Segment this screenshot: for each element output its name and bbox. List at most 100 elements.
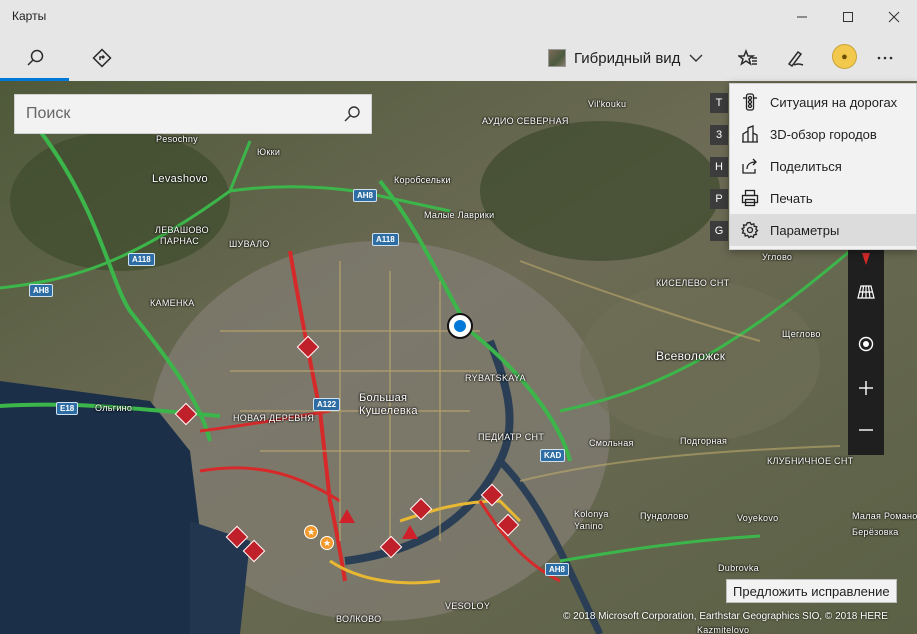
menu-item-3d-cities[interactable]: 3D-обзор городов xyxy=(730,118,916,150)
more-button[interactable] xyxy=(870,34,900,81)
minimize-button[interactable] xyxy=(779,0,825,34)
my-location-icon xyxy=(858,336,874,352)
avatar[interactable]: ● xyxy=(832,44,857,69)
compass-icon xyxy=(862,253,870,265)
place-label: Берёзовка xyxy=(852,527,899,537)
place-label: Voyekovo xyxy=(737,513,779,523)
hybrid-view-thumbnail xyxy=(548,49,566,67)
my-location-button[interactable] xyxy=(848,324,884,364)
place-label: Большая Кушелевка xyxy=(359,392,418,417)
gear-icon xyxy=(741,221,759,239)
directions-icon xyxy=(92,47,112,68)
menu-item-settings[interactable]: Параметры xyxy=(730,214,916,246)
place-label: ПАРНАС xyxy=(160,236,200,246)
landmark-star-icon[interactable]: ★ xyxy=(320,536,334,550)
place-label: КИСЕЛЕВО СНТ xyxy=(656,278,730,288)
place-label: Dubrovka xyxy=(718,563,759,573)
share-icon xyxy=(742,158,757,174)
road-shield: A118 xyxy=(128,253,155,266)
place-label: КЛУБНИЧНОЕ СНТ xyxy=(767,456,854,466)
peek-letter: G xyxy=(710,221,728,241)
place-label: АУДИО СЕВЕРНАЯ xyxy=(482,116,569,126)
traffic-light-icon xyxy=(743,93,757,111)
place-label: ШУВАЛО xyxy=(229,239,270,249)
peek-letter: P xyxy=(710,189,728,209)
place-label: VESOLOY xyxy=(445,601,491,611)
tilt-button[interactable] xyxy=(848,272,884,312)
current-location-marker[interactable] xyxy=(447,313,473,339)
menu-item-label: Печать xyxy=(770,190,813,206)
zoom-in-button[interactable] xyxy=(848,368,884,408)
city-3d-icon xyxy=(742,125,758,143)
app-title: Карты xyxy=(12,9,47,23)
place-label: Юкки xyxy=(257,147,281,157)
view-mode-selector[interactable]: Гибридный вид xyxy=(548,45,704,71)
road-shield: A118 xyxy=(372,233,399,246)
search-tab-button[interactable] xyxy=(0,34,69,81)
road-shield: KAD xyxy=(540,449,566,462)
place-label: Vil'kouku xyxy=(588,99,627,109)
toolbar: Гибридный вид xyxy=(0,34,917,81)
menu-item-share[interactable]: Поделиться xyxy=(730,150,916,182)
ink-pen-icon xyxy=(787,50,804,67)
search-box[interactable] xyxy=(14,94,372,134)
search-input[interactable] xyxy=(15,95,315,133)
road-shield: E18 xyxy=(56,402,79,415)
place-label: Levashovo xyxy=(152,173,208,185)
place-label: ВОЛКОВО xyxy=(336,614,382,624)
place-label: ПЕДИАТР СНТ xyxy=(478,432,545,442)
favorites-button[interactable] xyxy=(733,34,763,81)
road-shield: AH8 xyxy=(353,189,378,202)
map-controls xyxy=(848,246,884,455)
place-label: Малая Романовка xyxy=(852,511,917,521)
warning-icon[interactable] xyxy=(402,525,418,539)
minimize-icon xyxy=(797,16,807,18)
suggest-correction-button[interactable]: Предложить исправление xyxy=(726,579,897,603)
print-icon xyxy=(741,189,759,207)
place-label: Kazmitelovo xyxy=(697,625,750,634)
search-icon xyxy=(26,49,43,66)
place-label: Коробсельки xyxy=(394,175,451,185)
place-label: КАМЕНКА xyxy=(150,298,195,308)
tilt-icon xyxy=(857,285,875,299)
zoom-in-icon xyxy=(859,381,873,395)
place-label: Щеглово xyxy=(782,329,821,339)
menu-item-print[interactable]: Печать xyxy=(730,182,916,214)
close-button[interactable] xyxy=(871,0,917,34)
place-label: ЛЕВАШОВО xyxy=(155,225,209,235)
directions-button[interactable] xyxy=(69,34,135,81)
title-bar: Карты xyxy=(0,0,917,34)
location-dot xyxy=(454,320,466,332)
peek-letter: 3 xyxy=(710,125,728,145)
copyright-text: © 2018 Microsoft Corporation, Earthstar … xyxy=(563,611,888,622)
zoom-out-icon xyxy=(859,429,873,431)
maximize-button[interactable] xyxy=(825,0,871,34)
search-icon[interactable] xyxy=(343,105,361,123)
road-shield: AH8 xyxy=(545,563,570,576)
menu-item-label: Параметры xyxy=(770,222,840,238)
maximize-icon xyxy=(843,12,853,22)
chevron-down-icon xyxy=(689,54,703,62)
place-label: RYBATSKAYA xyxy=(465,373,526,383)
more-icon xyxy=(877,56,893,59)
favorites-icon xyxy=(738,48,757,66)
ink-button[interactable] xyxy=(780,34,810,81)
menu-item-label: 3D-обзор городов xyxy=(770,126,877,142)
place-label: Всеволожск xyxy=(656,349,726,363)
menu-item-traffic[interactable]: Ситуация на дорогах xyxy=(730,86,916,118)
place-label: Kolonya Yanino xyxy=(574,509,609,531)
place-label: Pesochny xyxy=(156,134,198,144)
more-options-menu: Ситуация на дорогах 3D-обзор городов Под… xyxy=(729,83,917,250)
road-shield: A122 xyxy=(313,398,341,411)
view-mode-label: Гибридный вид xyxy=(574,49,681,67)
menu-item-label: Ситуация на дорогах xyxy=(770,94,898,110)
peek-letter: T xyxy=(710,93,728,113)
close-icon xyxy=(888,11,900,23)
landmark-star-icon[interactable]: ★ xyxy=(304,525,318,539)
place-label: Углово xyxy=(762,252,793,262)
menu-item-label: Поделиться xyxy=(770,158,842,174)
road-shield: AH8 xyxy=(29,284,54,297)
zoom-out-button[interactable] xyxy=(848,410,884,450)
place-label: Ольгино xyxy=(95,403,133,413)
warning-icon[interactable] xyxy=(339,509,355,523)
